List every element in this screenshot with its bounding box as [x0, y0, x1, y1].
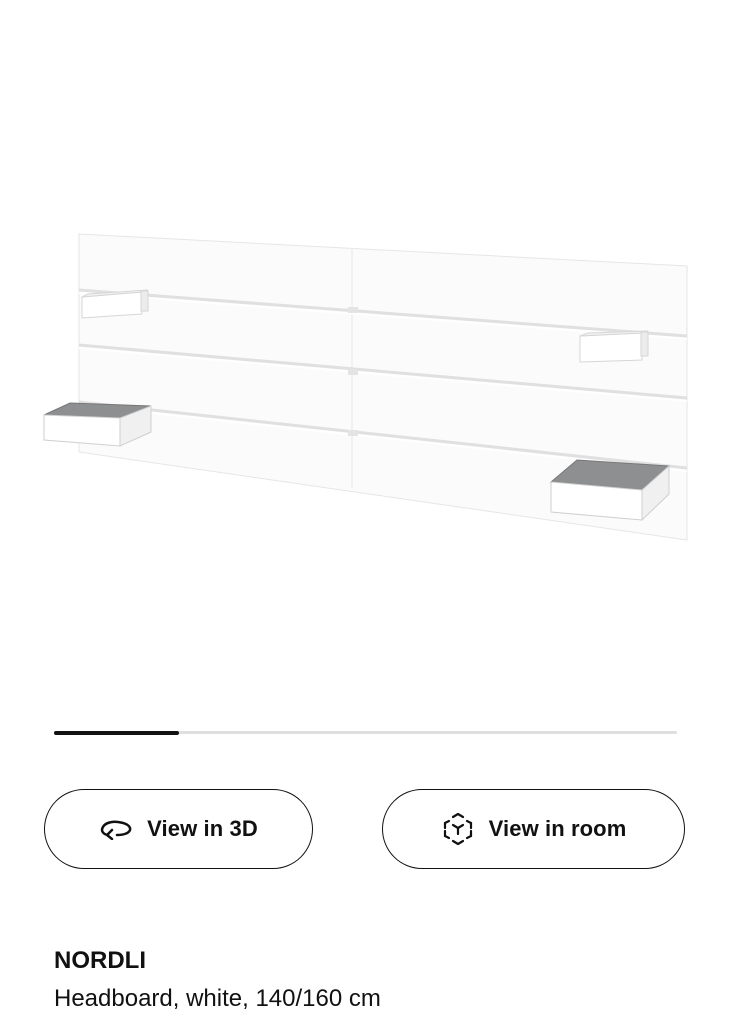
rotate-3d-icon [99, 818, 133, 840]
ar-cube-icon [441, 812, 475, 846]
view-in-room-label: View in room [488, 816, 627, 841]
gallery-progress-indicator [54, 730, 179, 735]
view-in-3d-label: View in 3D [147, 816, 258, 841]
product-name: NORDLI [54, 947, 146, 974]
gallery-progress-bar [54, 730, 677, 735]
view-in-room-button[interactable]: View in room [382, 789, 685, 869]
product-image-gallery[interactable] [0, 0, 730, 720]
product-description: Headboard, white, 140/160 cm [54, 985, 381, 1012]
product-image [43, 233, 688, 541]
view-in-3d-button[interactable]: View in 3D [44, 789, 313, 869]
